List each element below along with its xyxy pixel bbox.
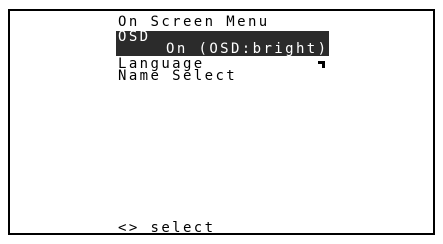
navigation-hint: <> select <box>118 220 216 236</box>
osd-screen: On Screen Menu OSD On (OSD:bright) Langu… <box>0 0 443 244</box>
menu-item-osd-value: On (OSD:bright) <box>166 41 329 57</box>
menu-title: On Screen Menu <box>118 14 270 30</box>
menu-item-name-select[interactable]: Name Select <box>118 69 237 83</box>
menu-item-osd-label: OSD <box>118 29 151 45</box>
corner-bracket-icon <box>318 61 325 68</box>
